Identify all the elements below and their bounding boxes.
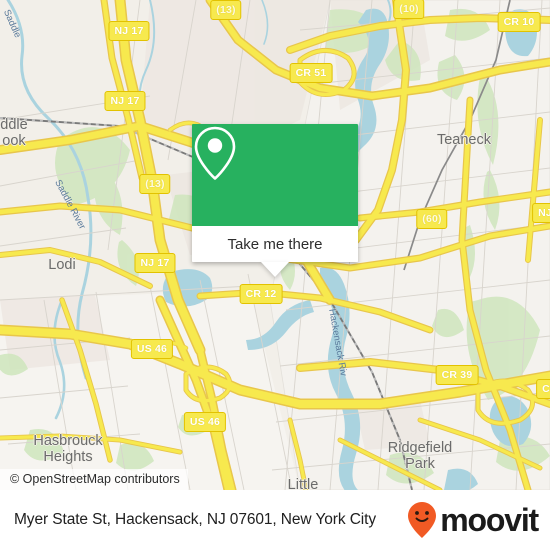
road-shield: NJ 17 xyxy=(134,253,176,273)
location-info-card[interactable]: Take me there xyxy=(192,124,358,277)
take-me-there-label: Take me there xyxy=(227,235,323,253)
road-shield: US 46 xyxy=(183,412,227,432)
map-pin-icon xyxy=(194,126,236,180)
moovit-pin-icon xyxy=(408,502,437,538)
road-shield: C xyxy=(536,379,550,399)
moovit-brand[interactable]: moovit xyxy=(407,501,539,539)
footer-bar: Myer State St, Hackensack, NJ 07601, New… xyxy=(0,490,550,550)
moovit-wordmark: moovit xyxy=(440,502,539,538)
road-shield: CR 10 xyxy=(497,12,541,32)
road-shield: CR 51 xyxy=(289,63,333,83)
place-label: Little xyxy=(287,476,319,490)
card-action-bar[interactable]: Take me there xyxy=(192,226,358,262)
road-shield: (10) xyxy=(393,0,425,19)
road-shield: (60) xyxy=(416,209,448,229)
map-attribution[interactable]: © OpenStreetMap contributors xyxy=(0,469,188,490)
card-image-area xyxy=(192,124,358,226)
card-pointer-tail xyxy=(261,262,289,277)
place-label: Hasbrouck Heights xyxy=(33,432,103,465)
place-label: ddle ook xyxy=(0,116,28,149)
road-shield: CR 12 xyxy=(239,284,283,304)
screenshot-root: Saddle Saddle River Hackensack Riv Teaneck… xyxy=(0,0,550,550)
place-label: Ridgefield Park xyxy=(387,439,453,472)
road-shield: US 46 xyxy=(130,339,174,359)
road-shield: (13) xyxy=(210,0,242,20)
road-shield: NJ xyxy=(532,203,550,223)
place-label: Teaneck xyxy=(436,131,492,148)
road-shield: NJ 17 xyxy=(104,91,146,111)
place-label: Lodi xyxy=(48,256,76,273)
map-canvas[interactable]: Saddle Saddle River Hackensack Riv Teaneck… xyxy=(0,0,550,490)
road-shield: CR 39 xyxy=(435,365,479,385)
road-shield: (13) xyxy=(139,174,171,194)
road-shield: NJ 17 xyxy=(108,21,150,41)
address-label: Myer State St, Hackensack, NJ 07601, New… xyxy=(14,511,376,528)
